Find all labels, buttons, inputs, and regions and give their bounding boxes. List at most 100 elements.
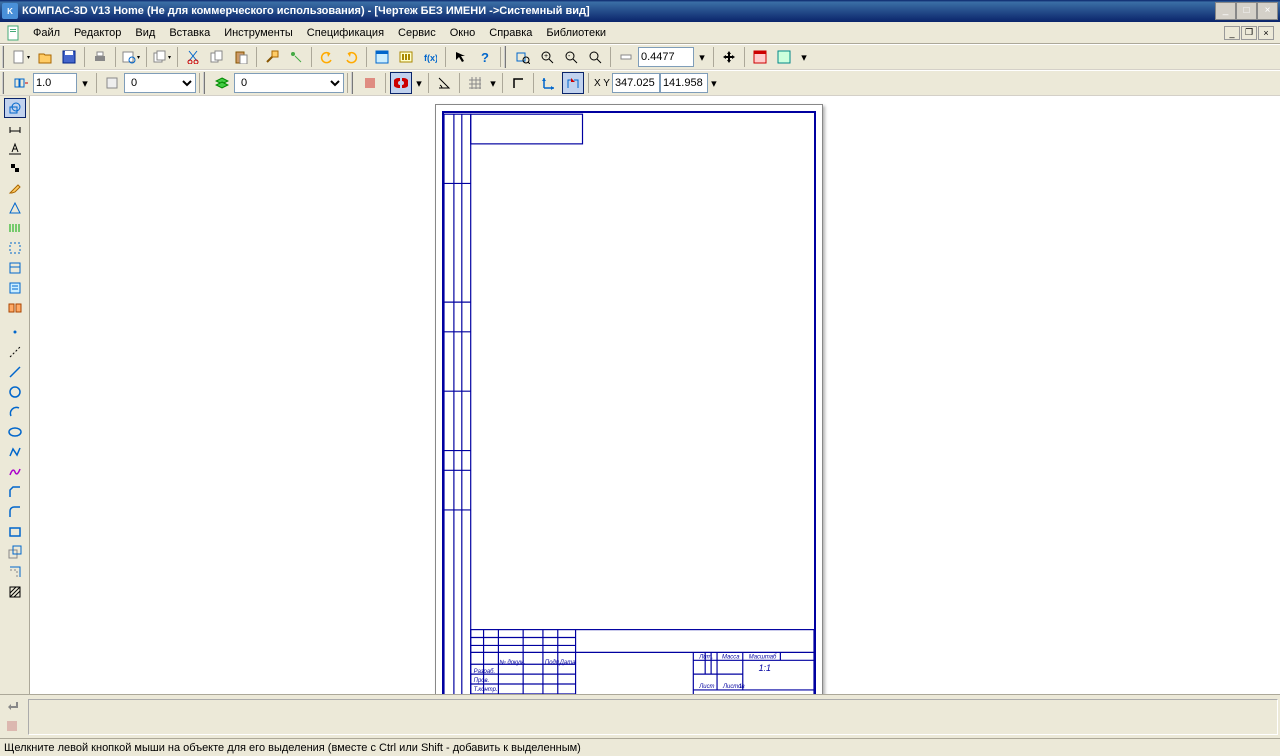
docs-button[interactable] bbox=[151, 46, 173, 68]
local-cs-button[interactable] bbox=[538, 72, 560, 94]
menu-window[interactable]: Окно bbox=[443, 25, 483, 41]
gripper[interactable] bbox=[351, 72, 356, 94]
step-button[interactable] bbox=[10, 72, 32, 94]
mdi-restore-button[interactable]: ❐ bbox=[1241, 26, 1257, 40]
coord-drop[interactable]: ▾ bbox=[709, 72, 719, 94]
gripper[interactable] bbox=[2, 72, 7, 94]
menu-spec[interactable]: Спецификация bbox=[300, 25, 391, 41]
equidist-button[interactable] bbox=[4, 562, 26, 582]
zoom-all-button[interactable]: + bbox=[536, 46, 558, 68]
doc-icon bbox=[6, 25, 22, 41]
polyline-button[interactable] bbox=[4, 442, 26, 462]
aux-line-button[interactable] bbox=[4, 342, 26, 362]
zoom-prev-button[interactable] bbox=[584, 46, 606, 68]
lib-button[interactable] bbox=[395, 46, 417, 68]
menu-file[interactable]: Файл bbox=[26, 25, 67, 41]
view-dropdown[interactable]: ▾ bbox=[797, 46, 811, 68]
copy-button[interactable] bbox=[206, 46, 228, 68]
zoom-window-button[interactable] bbox=[512, 46, 534, 68]
angle-button[interactable] bbox=[433, 72, 455, 94]
print-button[interactable] bbox=[89, 46, 111, 68]
menu-insert[interactable]: Вставка bbox=[162, 25, 217, 41]
state-button[interactable] bbox=[101, 72, 123, 94]
line-button[interactable] bbox=[4, 362, 26, 382]
menu-view[interactable]: Вид bbox=[128, 25, 162, 41]
menu-tools[interactable]: Инструменты bbox=[217, 25, 300, 41]
ortho-button[interactable] bbox=[507, 72, 529, 94]
select-mode-button[interactable] bbox=[4, 238, 26, 258]
toggle-snap-button[interactable] bbox=[390, 72, 412, 94]
step-input[interactable] bbox=[33, 73, 77, 93]
dimensions-mode-button[interactable] bbox=[4, 118, 26, 138]
manager-button[interactable] bbox=[371, 46, 393, 68]
round-button[interactable] bbox=[562, 72, 584, 94]
vars-button[interactable]: f(x) bbox=[419, 46, 441, 68]
layer-select[interactable]: 0 bbox=[234, 73, 344, 93]
coord-x-input[interactable] bbox=[612, 73, 660, 93]
rect-button[interactable] bbox=[4, 522, 26, 542]
arc-button[interactable] bbox=[4, 402, 26, 422]
hatch-button[interactable] bbox=[4, 582, 26, 602]
fillet-button[interactable] bbox=[4, 502, 26, 522]
point-button[interactable] bbox=[4, 322, 26, 342]
circle-button[interactable] bbox=[4, 382, 26, 402]
zoom-in-button[interactable]: - bbox=[560, 46, 582, 68]
gripper[interactable] bbox=[504, 46, 509, 68]
close-button[interactable]: × bbox=[1257, 2, 1278, 20]
grid-drop[interactable]: ▾ bbox=[488, 72, 498, 94]
zoom-dropdown[interactable]: ▾ bbox=[695, 46, 709, 68]
stop-button[interactable] bbox=[359, 72, 381, 94]
reports-mode-button[interactable] bbox=[4, 278, 26, 298]
copy-props-button[interactable] bbox=[285, 46, 307, 68]
menu-service[interactable]: Сервис bbox=[391, 25, 443, 41]
zoom-value-input[interactable] bbox=[638, 47, 694, 67]
measure-mode-button[interactable] bbox=[4, 218, 26, 238]
mdi-close-button[interactable]: × bbox=[1258, 26, 1274, 40]
open-button[interactable] bbox=[34, 46, 56, 68]
spline-button[interactable] bbox=[4, 462, 26, 482]
properties-button[interactable] bbox=[261, 46, 283, 68]
redo-button[interactable] bbox=[340, 46, 362, 68]
prop-stop-button[interactable] bbox=[2, 717, 22, 735]
chamfer-button[interactable] bbox=[4, 482, 26, 502]
mdi-minimize-button[interactable]: _ bbox=[1224, 26, 1240, 40]
snap-drop[interactable]: ▾ bbox=[414, 72, 424, 94]
prop-enter-button[interactable] bbox=[2, 698, 22, 716]
views-mode-button[interactable] bbox=[4, 298, 26, 318]
menu-libs[interactable]: Библиотеки bbox=[539, 25, 613, 41]
designations-mode-button[interactable] bbox=[4, 138, 26, 158]
drawing-canvas[interactable]: Лит. Масса Масштаб 1:1 Лист Листов 1 Коп… bbox=[30, 96, 1280, 694]
coord-y-input[interactable] bbox=[660, 73, 708, 93]
ellipse-button[interactable] bbox=[4, 422, 26, 442]
menu-help[interactable]: Справка bbox=[482, 25, 539, 41]
preview-button[interactable] bbox=[120, 46, 142, 68]
gripper[interactable] bbox=[203, 72, 208, 94]
gather-button[interactable] bbox=[4, 542, 26, 562]
help-arrow-button[interactable] bbox=[450, 46, 472, 68]
pan-button[interactable] bbox=[718, 46, 740, 68]
cut-button[interactable] bbox=[182, 46, 204, 68]
gripper[interactable] bbox=[2, 46, 7, 68]
layer-button[interactable] bbox=[211, 72, 233, 94]
grid-button[interactable] bbox=[464, 72, 486, 94]
zoom-marker-button[interactable] bbox=[615, 46, 637, 68]
refresh-button[interactable] bbox=[773, 46, 795, 68]
help-button[interactable]: ? bbox=[474, 46, 496, 68]
new-button[interactable] bbox=[10, 46, 32, 68]
undo-button[interactable] bbox=[316, 46, 338, 68]
step-dropdown[interactable]: ▾ bbox=[78, 72, 92, 94]
state-select[interactable]: 0 bbox=[124, 73, 196, 93]
redraw-button[interactable] bbox=[749, 46, 771, 68]
params-mode-button[interactable] bbox=[4, 198, 26, 218]
maximize-button[interactable]: □ bbox=[1236, 2, 1257, 20]
spec-mode-button[interactable] bbox=[4, 258, 26, 278]
construction-mode-button[interactable] bbox=[4, 158, 26, 178]
svg-text:Лит.: Лит. bbox=[698, 654, 713, 660]
paste-button[interactable] bbox=[230, 46, 252, 68]
edit-mode-button[interactable] bbox=[4, 178, 26, 198]
save-button[interactable] bbox=[58, 46, 80, 68]
menu-edit[interactable]: Редактор bbox=[67, 25, 128, 41]
geometry-mode-button[interactable] bbox=[4, 98, 26, 118]
minimize-button[interactable]: _ bbox=[1215, 2, 1236, 20]
menu-service-label: Сервис bbox=[398, 27, 436, 39]
